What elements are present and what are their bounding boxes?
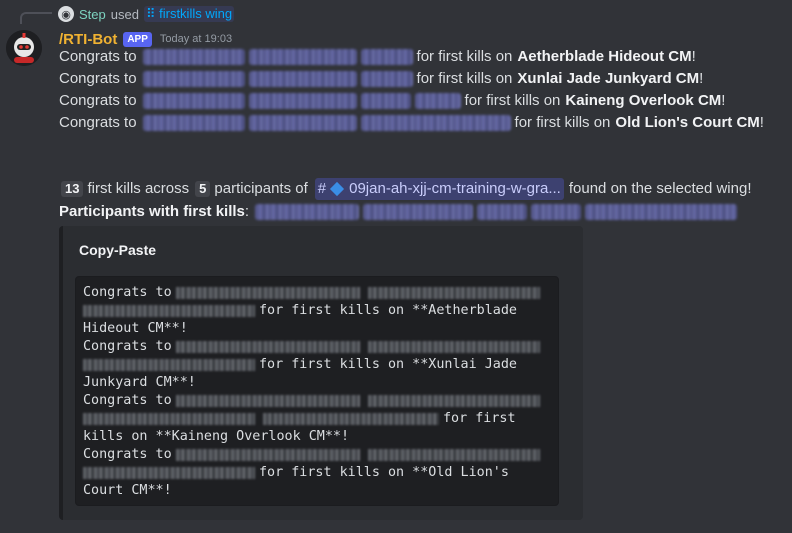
code-line: Hideout CM**! [83, 321, 188, 336]
code-line: Junkyard CM**! [83, 375, 196, 390]
location-name: Kaineng Overlook CM [565, 92, 722, 109]
participants-line: Participants with first kills : [59, 201, 741, 223]
summary-text-3: found on the selected wing! [568, 180, 752, 197]
code-line: for first kills on **Xunlai Jade [83, 356, 551, 374]
congrats-line-1: Congrats to for first kills on Aetherbla… [59, 46, 696, 68]
reply-connector [20, 12, 52, 24]
congrats-end: ! [691, 48, 696, 65]
bot-avatar[interactable] [6, 30, 42, 66]
participants-count: 5 [195, 181, 211, 197]
channel-name: 09jan-ah-xjj-cm-training-w-gra... [349, 180, 561, 197]
location-name: Old Lion's Court CM [615, 114, 760, 131]
slash-command-mention[interactable]: ⠿ firstkills wing [143, 6, 235, 22]
redacted-user-mention[interactable] [248, 93, 357, 109]
code-line: kills on **Kaineng Overlook CM**! [83, 429, 350, 444]
user-avatar-icon: ◉ [58, 6, 74, 22]
participants-colon: : [244, 203, 250, 220]
code-line: for first [83, 410, 551, 428]
congrats-end: ! [759, 114, 764, 131]
congrats-prefix: Congrats to [59, 114, 137, 131]
redacted-user-mention[interactable] [477, 204, 528, 220]
congrats-prefix: Congrats to [59, 92, 137, 109]
location-name: Xunlai Jade Junkyard CM [517, 70, 700, 87]
code-line: Congrats to [83, 338, 551, 356]
reply-username[interactable]: Step [79, 7, 106, 22]
blue-diamond-icon [330, 181, 345, 197]
congrats-line-2: Congrats to for first kills on Xunlai Ja… [59, 68, 703, 90]
embed-title: Copy-Paste [79, 242, 157, 258]
redacted-user-mention[interactable] [142, 71, 245, 87]
redacted-user-mention[interactable] [360, 49, 413, 65]
code-line: for first kills on **Old Lion's [83, 464, 551, 482]
redacted-user-mention[interactable] [360, 71, 413, 87]
congrats-suffix: for first kills on [416, 48, 513, 65]
redacted-user-mention[interactable] [255, 204, 360, 220]
redacted-user-mention[interactable] [360, 93, 411, 109]
channel-hash-icon: # [317, 180, 327, 197]
congrats-line-3: Congrats to for first kills on Kaineng O… [59, 90, 725, 112]
username[interactable]: /RTI-Bot [59, 31, 117, 48]
redacted-user-mention[interactable] [248, 115, 357, 131]
congrats-suffix: for first kills on [416, 70, 513, 87]
redacted-user-mention[interactable] [360, 115, 511, 131]
code-line: for first kills on **Aetherblade [83, 302, 551, 320]
code-line: Congrats to [83, 392, 551, 410]
code-line: Court CM**! [83, 483, 172, 498]
robot-icon [6, 30, 42, 66]
summary-text-2: participants of [214, 180, 308, 197]
congrats-suffix: for first kills on [514, 114, 611, 131]
app-badge: APP [123, 31, 152, 47]
redacted-user-mention[interactable] [248, 49, 357, 65]
participants-label: Participants with first kills [59, 203, 245, 220]
redacted-user-mention[interactable] [585, 204, 738, 220]
summary-line: 13 first kills across 5 participants of … [59, 178, 752, 200]
redacted-user-mention[interactable] [142, 49, 245, 65]
congrats-suffix: for first kills on [464, 92, 561, 109]
redacted-user-mention[interactable] [531, 204, 582, 220]
code-block[interactable]: Congrats to for first kills on **Aetherb… [75, 276, 559, 506]
code-line: Congrats to [83, 446, 551, 464]
congrats-end: ! [721, 92, 726, 109]
location-name: Aetherblade Hideout CM [517, 48, 692, 65]
command-name: firstkills wing [159, 6, 233, 21]
congrats-line-4: Congrats to for first kills on Old Lion'… [59, 112, 764, 134]
redacted-user-mention[interactable] [142, 93, 245, 109]
timestamp[interactable]: Today at 19:03 [160, 33, 232, 45]
redacted-user-mention[interactable] [363, 204, 474, 220]
redacted-user-mention[interactable] [248, 71, 357, 87]
congrats-prefix: Congrats to [59, 48, 137, 65]
channel-mention[interactable]: # 09jan-ah-xjj-cm-training-w-gra... [314, 178, 564, 200]
embed: Copy-Paste Congrats to for first kills o… [59, 226, 583, 520]
reply-context[interactable]: ◉ Step used ⠿ firstkills wing [58, 5, 235, 23]
code-line: Congrats to [83, 284, 551, 302]
redacted-user-mention[interactable] [142, 115, 245, 131]
kills-count: 13 [61, 181, 84, 197]
congrats-end: ! [699, 70, 704, 87]
reply-used-text: used [110, 6, 139, 22]
congrats-prefix: Congrats to [59, 70, 137, 87]
command-icon: ⠿ [145, 6, 156, 21]
redacted-user-mention[interactable] [414, 93, 461, 109]
summary-text-1: first kills across [87, 180, 190, 197]
